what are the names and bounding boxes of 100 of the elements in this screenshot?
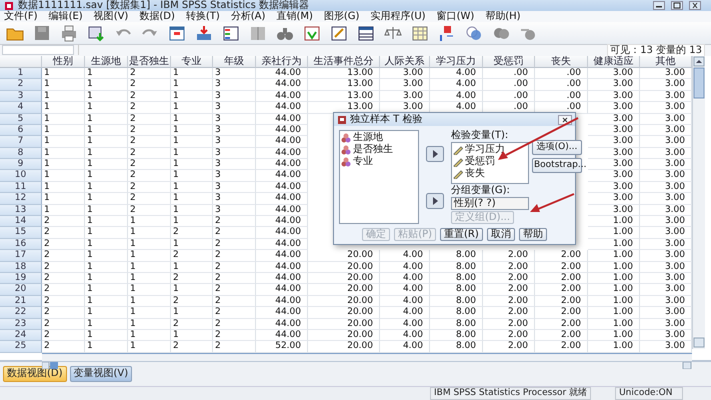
table-cell[interactable]: .00 bbox=[535, 79, 588, 91]
table-cell[interactable]: 1 bbox=[85, 136, 128, 148]
table-cell[interactable]: 2 bbox=[42, 227, 85, 239]
table-cell[interactable]: 1 bbox=[171, 124, 213, 136]
menu-item[interactable]: 文件(F) bbox=[2, 11, 40, 22]
table-cell[interactable]: 44.00 bbox=[256, 102, 308, 114]
table-cell[interactable]: 1 bbox=[85, 170, 128, 182]
table-cell[interactable]: 2 bbox=[128, 170, 171, 182]
table-cell[interactable]: 2 bbox=[213, 318, 256, 330]
table-cell[interactable]: 1 bbox=[171, 204, 213, 216]
menu-item[interactable]: 窗口(W) bbox=[434, 11, 476, 22]
save-icon[interactable] bbox=[33, 24, 51, 42]
row-number[interactable]: 5 bbox=[0, 114, 42, 125]
table-cell[interactable]: 4.00 bbox=[380, 330, 430, 342]
menu-item[interactable]: 编辑(E) bbox=[46, 11, 85, 22]
table-cell[interactable]: 4.00 bbox=[380, 262, 430, 273]
view-tab[interactable]: 数据视图(D) bbox=[3, 366, 67, 382]
table-cell[interactable]: 1 bbox=[42, 182, 85, 194]
table-cell[interactable]: 1 bbox=[171, 330, 213, 342]
table-cell[interactable]: 4.00 bbox=[380, 318, 430, 330]
table-cell[interactable]: 2 bbox=[213, 262, 256, 273]
table-cell[interactable]: 1.00 bbox=[588, 238, 640, 250]
table-cell[interactable]: 2.00 bbox=[483, 307, 535, 319]
table-cell[interactable]: 3 bbox=[213, 114, 256, 125]
row-number[interactable]: 9 bbox=[0, 159, 42, 170]
table-cell[interactable]: 3 bbox=[213, 204, 256, 216]
table-cell[interactable]: 1 bbox=[85, 102, 128, 114]
table-cell[interactable]: 2 bbox=[128, 102, 171, 114]
table-cell[interactable]: 44.00 bbox=[256, 90, 308, 102]
table-cell[interactable]: 20.00 bbox=[308, 330, 380, 342]
table-cell[interactable]: 1 bbox=[171, 170, 213, 182]
table-cell[interactable]: 44.00 bbox=[256, 114, 308, 125]
table-cell[interactable]: 8.00 bbox=[430, 307, 483, 319]
table-cell[interactable]: 20.00 bbox=[308, 272, 380, 284]
table-cell[interactable]: 44.00 bbox=[256, 307, 308, 319]
table-cell[interactable]: 20.00 bbox=[308, 284, 380, 296]
table-cell[interactable]: 2.00 bbox=[483, 330, 535, 342]
table-cell[interactable]: 1 bbox=[85, 272, 128, 284]
table-cell[interactable]: 2 bbox=[42, 318, 85, 330]
table-cell[interactable]: 2.00 bbox=[535, 296, 588, 308]
table-cell[interactable]: 1 bbox=[128, 262, 171, 273]
column-header[interactable]: 生源地 bbox=[85, 56, 128, 68]
table-cell[interactable]: 4.00 bbox=[380, 307, 430, 319]
table-cell[interactable]: 1 bbox=[85, 193, 128, 205]
table-cell[interactable]: 1 bbox=[42, 136, 85, 148]
table-cell[interactable]: 1 bbox=[171, 216, 213, 228]
table-cell[interactable]: 8.00 bbox=[430, 318, 483, 330]
table-cell[interactable]: 1 bbox=[171, 262, 213, 273]
row-number[interactable]: 11 bbox=[0, 182, 42, 194]
row-number[interactable]: 10 bbox=[0, 170, 42, 182]
table-cell[interactable]: 13.00 bbox=[308, 90, 380, 102]
table-cell[interactable]: 1 bbox=[171, 68, 213, 80]
variable-item[interactable]: 生源地 bbox=[353, 132, 383, 144]
row-number[interactable]: 21 bbox=[0, 296, 42, 308]
table-cell[interactable]: 4.00 bbox=[380, 296, 430, 308]
table-cell[interactable]: 44.00 bbox=[256, 318, 308, 330]
table-cell[interactable]: 2.00 bbox=[535, 330, 588, 342]
table-cell[interactable]: 1 bbox=[85, 114, 128, 125]
table-cell[interactable]: 8.00 bbox=[430, 262, 483, 273]
table-cell[interactable]: 20.00 bbox=[308, 250, 380, 262]
close-icon[interactable] bbox=[558, 114, 572, 124]
table-cell[interactable]: 1.00 bbox=[588, 318, 640, 330]
table-cell[interactable]: 8.00 bbox=[430, 250, 483, 262]
view-tab[interactable]: 变量视图(V) bbox=[70, 366, 132, 382]
table-cell[interactable]: 3.00 bbox=[588, 204, 640, 216]
table-cell[interactable]: 44.00 bbox=[256, 250, 308, 262]
row-number[interactable]: 15 bbox=[0, 227, 42, 239]
table-cell[interactable]: 44.00 bbox=[256, 296, 308, 308]
column-header[interactable]: 丧失 bbox=[535, 56, 588, 68]
column-header[interactable]: 年级 bbox=[213, 56, 256, 68]
print-icon[interactable] bbox=[60, 24, 78, 42]
table-cell[interactable]: 1.00 bbox=[588, 296, 640, 308]
table-cell[interactable]: 1 bbox=[85, 262, 128, 273]
table-cell[interactable]: 2 bbox=[171, 272, 213, 284]
column-header[interactable]: 性别 bbox=[42, 56, 85, 68]
table-cell[interactable]: 44.00 bbox=[256, 193, 308, 205]
table-cell[interactable]: 2.00 bbox=[535, 250, 588, 262]
column-header[interactable]: 是否独生 bbox=[128, 56, 171, 68]
table-cell[interactable]: 1 bbox=[42, 124, 85, 136]
table-cell[interactable]: 44.00 bbox=[256, 136, 308, 148]
table-cell[interactable]: 1 bbox=[42, 90, 85, 102]
table-cell[interactable]: 4.00 bbox=[380, 284, 430, 296]
variable-item[interactable]: 受惩罚 bbox=[465, 156, 495, 168]
row-number[interactable]: 1 bbox=[0, 68, 42, 80]
table-cell[interactable]: 1 bbox=[171, 182, 213, 194]
table-cell[interactable]: 2.00 bbox=[483, 250, 535, 262]
table-cell[interactable]: 20.00 bbox=[308, 296, 380, 308]
row-number[interactable]: 20 bbox=[0, 284, 42, 296]
table-cell[interactable]: 3 bbox=[213, 170, 256, 182]
table-cell[interactable]: 1 bbox=[171, 90, 213, 102]
table-cell[interactable]: 3.00 bbox=[588, 182, 640, 194]
table-cell[interactable]: 3.00 bbox=[588, 68, 640, 80]
table-cell[interactable]: 1.00 bbox=[588, 307, 640, 319]
table-cell[interactable]: 2 bbox=[171, 318, 213, 330]
table-cell[interactable]: 1 bbox=[42, 170, 85, 182]
row-number[interactable]: 12 bbox=[0, 193, 42, 205]
table-cell[interactable]: 2 bbox=[42, 296, 85, 308]
table-cell[interactable]: 8.00 bbox=[430, 272, 483, 284]
table-cell[interactable]: 3 bbox=[213, 136, 256, 148]
table-cell[interactable]: 1 bbox=[42, 204, 85, 216]
